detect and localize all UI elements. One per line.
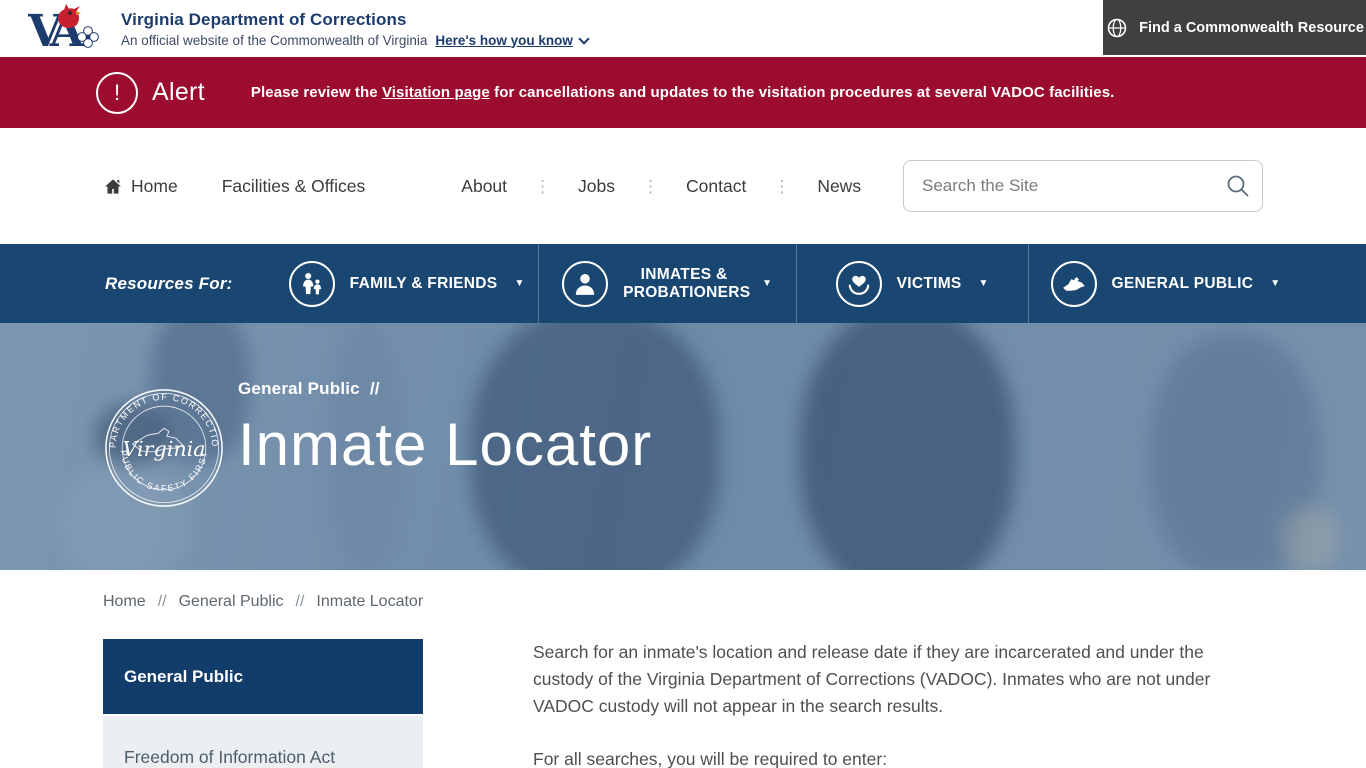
resource-link-label: Find a Commonwealth Resource (1139, 20, 1364, 36)
va-logo-icon: VA (28, 1, 108, 51)
visitation-page-link[interactable]: Visitation page (382, 84, 490, 101)
hero-eyebrow-link[interactable]: General Public (238, 379, 360, 399)
heres-how-you-know-link[interactable]: Here's how you know (435, 33, 573, 48)
resources-item-label: FAMILY & FRIENDS (350, 275, 498, 293)
sidebar-item-foia[interactable]: Freedom of Information Act (103, 716, 423, 768)
hero-text-block: General Public // Inmate Locator (238, 379, 652, 476)
family-icon (289, 261, 335, 307)
nav-item-about[interactable]: About (461, 176, 507, 197)
resources-item-label: VICTIMS (897, 275, 962, 293)
page: VA Virginia Department of Corrections (0, 0, 1366, 768)
resources-for-label: Resources For: (105, 244, 233, 323)
resources-item-inmates-probationers[interactable]: INMATES & PROBATIONERS ▼ (538, 244, 796, 323)
alert-exclamation-icon: ! (96, 72, 138, 114)
victims-icon (836, 261, 882, 307)
inmate-icon (562, 261, 608, 307)
breadcrumb-inmate-locator[interactable]: Inmate Locator (316, 593, 423, 611)
home-icon (103, 177, 123, 196)
resources-item-general-public[interactable]: GENERAL PUBLIC ▼ (1028, 244, 1366, 323)
alert-banner: ! Alert Please review the Visitation pag… (0, 57, 1366, 128)
resources-item-label: INMATES & PROBATIONERS (623, 266, 745, 302)
nav-divider-dots: ⋮ (773, 178, 790, 195)
caret-down-icon: ▼ (979, 278, 989, 289)
sidebar-item-general-public[interactable]: General Public (103, 639, 423, 714)
alert-message: Please review the Visitation page for ca… (251, 84, 1115, 101)
resources-item-label: GENERAL PUBLIC (1112, 275, 1254, 293)
nav-item-jobs[interactable]: Jobs (578, 176, 615, 197)
va-logo: VA (28, 1, 108, 56)
breadcrumb: Home // General Public // Inmate Locator (0, 570, 1366, 611)
nav-item-contact[interactable]: Contact (686, 176, 746, 197)
breadcrumb-home[interactable]: Home (103, 593, 146, 611)
alert-message-prefix: Please review the (251, 84, 382, 101)
resources-item-victims[interactable]: VICTIMS ▼ (796, 244, 1028, 323)
globe-icon (1105, 16, 1129, 40)
caret-down-icon: ▼ (1270, 278, 1280, 289)
nav-divider-dots: ⋮ (534, 178, 551, 195)
resources-bar: Resources For: FAMILY & FRIENDS ▼ I (0, 244, 1366, 323)
dogwood-flower-icon (78, 27, 99, 48)
search-requirements-intro: For all searches, you will be required t… (533, 746, 1263, 768)
main-nav: Home Facilities & Offices About ⋮ Jobs ⋮… (0, 128, 1366, 244)
breadcrumb-general-public[interactable]: General Public (179, 593, 284, 611)
header-title-block: Virginia Department of Corrections An of… (121, 10, 588, 48)
search-icon[interactable] (1225, 173, 1251, 199)
caret-down-icon: ▼ (762, 278, 772, 289)
site-title: Virginia Department of Corrections (121, 10, 588, 30)
nav-home-label: Home (131, 176, 178, 197)
vadoc-seal: DEPARTMENT OF CORRECTIONS PUBLIC SAFETY … (103, 387, 225, 514)
site-header: VA Virginia Department of Corrections (0, 0, 1366, 57)
breadcrumb-separator: // (296, 593, 305, 611)
caret-down-icon: ▼ (514, 278, 524, 289)
nav-divider-dots: ⋮ (642, 178, 659, 195)
breadcrumb-separator: // (158, 593, 167, 611)
chevron-down-icon[interactable] (578, 33, 589, 44)
main-content: Search for an inmate's location and rele… (533, 639, 1263, 768)
nav-item-news[interactable]: News (817, 176, 861, 197)
hero-banner: DEPARTMENT OF CORRECTIONS PUBLIC SAFETY … (0, 323, 1366, 570)
resources-item-family-friends[interactable]: FAMILY & FRIENDS ▼ (276, 244, 538, 323)
page-title: Inmate Locator (238, 413, 652, 476)
alert-label: Alert (152, 78, 205, 107)
virginia-state-icon (1051, 261, 1097, 307)
search-input[interactable] (903, 160, 1263, 212)
find-commonwealth-resource-button[interactable]: Find a Commonwealth Resource (1103, 0, 1366, 55)
sidebar-nav: General Public Freedom of Information Ac… (103, 639, 423, 768)
site-search (903, 160, 1263, 212)
hero-eyebrow-separator: // (370, 379, 380, 399)
nav-item-home[interactable]: Home (103, 176, 178, 197)
seal-virginia-script: Virginia (122, 437, 205, 461)
official-site-text: An official website of the Commonwealth … (121, 33, 427, 48)
intro-paragraph: Search for an inmate's location and rele… (533, 639, 1263, 720)
nav-item-facilities-offices[interactable]: Facilities & Offices (222, 176, 366, 197)
content-area: General Public Freedom of Information Ac… (0, 611, 1366, 768)
alert-message-suffix: for cancellations and updates to the vis… (490, 84, 1115, 101)
